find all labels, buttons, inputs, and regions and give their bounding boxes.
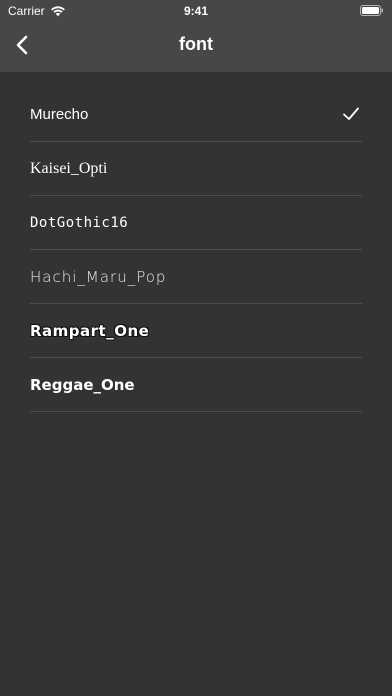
font-option-label: Reggae_One: [30, 375, 135, 394]
top-bar: Carrier 9:41 font: [0, 0, 392, 72]
font-option-dotgothic16[interactable]: DotGothic16: [30, 196, 362, 250]
font-list: Murecho Kaisei_Opti DotGothic16 Hachi_Ma…: [0, 88, 392, 412]
font-settings-screen: Carrier 9:41 font Murecho Kaisei_Opti Do…: [0, 0, 392, 696]
status-time: 9:41: [183, 4, 209, 18]
font-option-label: DotGothic16: [30, 214, 129, 231]
font-option-label: Kaisei_Opti: [30, 159, 108, 177]
font-option-label: Murecho: [30, 106, 89, 123]
font-option-label: Hachi_Maru_Pop: [30, 267, 167, 286]
font-option-hachi-maru-pop[interactable]: Hachi_Maru_Pop: [30, 250, 362, 304]
checkmark-icon: [343, 107, 359, 120]
font-option-label: Rampart_One: [30, 321, 150, 340]
font-option-reggae-one[interactable]: Reggae_One: [30, 358, 362, 412]
page-title: font: [179, 34, 213, 54]
status-bar: Carrier 9:41: [0, 0, 392, 22]
navigation-bar: font: [0, 22, 392, 72]
font-option-kaisei-opti[interactable]: Kaisei_Opti: [30, 142, 362, 196]
font-option-rampart-one[interactable]: Rampart_One: [30, 304, 362, 358]
font-option-murecho[interactable]: Murecho: [30, 88, 362, 142]
battery-icon: [360, 5, 383, 16]
